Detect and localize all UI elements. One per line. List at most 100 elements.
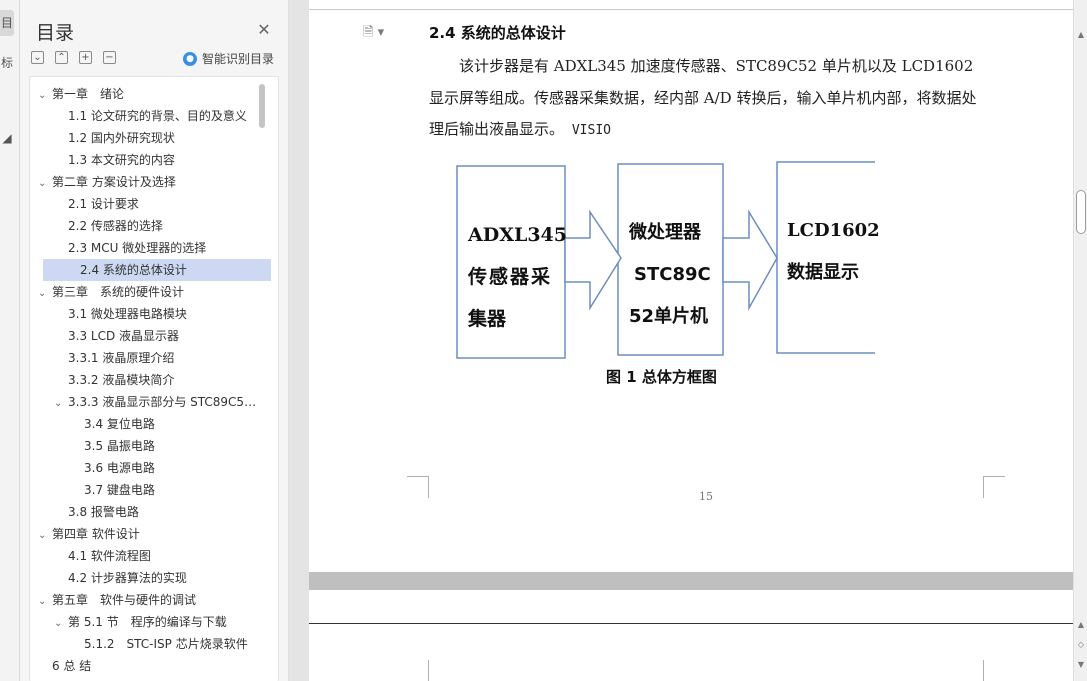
- toc-item-label: 1.1 论文研究的背景、目的及意义: [68, 109, 247, 123]
- toc-item[interactable]: ⌄ 第 5.1 节 程序的编译与下载: [54, 611, 262, 633]
- toc-item[interactable]: 3.1 微处理器电路模块: [54, 303, 262, 325]
- toc-item[interactable]: 3.6 电源电路: [70, 457, 262, 479]
- document-page-next: [309, 590, 1073, 681]
- toc-item[interactable]: 3.3 LCD 液晶显示器: [54, 325, 262, 347]
- figure-caption: 图 1 总体方框图: [606, 368, 717, 386]
- smart-toc-label: 智能识别目录: [202, 52, 275, 66]
- scroll-down-icon[interactable]: ▼: [1076, 660, 1086, 669]
- page-separator: [309, 572, 1073, 590]
- toc-item-label: 3.3.2 液晶模块简介: [68, 373, 175, 387]
- toc-item[interactable]: 3.3.1 液晶原理介绍: [54, 347, 262, 369]
- section-heading: 2.4 系统的总体设计: [429, 24, 566, 42]
- toc-item[interactable]: 4.1 软件流程图: [54, 545, 262, 567]
- toc-item[interactable]: ⌄ 第二章 方案设计及选择: [38, 171, 262, 193]
- toc-item-label: 6 总 结: [52, 659, 92, 673]
- chevron-down-icon[interactable]: ⌄: [38, 85, 48, 105]
- chevron-down-icon[interactable]: ⌄: [54, 613, 64, 633]
- toc-item-label: 第四章 软件设计: [52, 527, 140, 541]
- arrow-mcu-to-display: [722, 209, 778, 311]
- toc-item-label: 第一章 绪论: [52, 87, 125, 101]
- toc-item[interactable]: ⌄ 第四章 软件设计: [38, 523, 262, 545]
- toc-item[interactable]: 6 总 结: [38, 655, 262, 677]
- toc-item-label: 第 5.1 节 程序的编译与下载: [68, 615, 227, 629]
- chevron-down-icon[interactable]: ⌄: [38, 283, 48, 303]
- scrollbar-thumb[interactable]: [1076, 190, 1086, 234]
- page-number: 15: [699, 490, 713, 503]
- toc-panel: 目录 ✕ ⌄ ⌃ + − ● 智能识别目录 ⌄ 第一章 绪论 1.1 论文研究的背景…: [20, 0, 289, 681]
- paragraph-text: 该计步器是有 ADXL345 加速度传感器、STC89C52 单片机以及 LCD…: [429, 57, 977, 138]
- document-page: 🗎 ▾ 2.4 系统的总体设计 该计步器是有 ADXL345 加速度传感器、ST…: [309, 0, 1073, 572]
- toc-item[interactable]: 2.3 MCU 微处理器的选择: [54, 237, 262, 259]
- toc-list: ⌄ 第一章 绪论 1.1 论文研究的背景、目的及意义 1.2 国内外研究现状 1.3 本…: [29, 76, 279, 681]
- toc-item-label: 3.3 LCD 液晶显示器: [68, 329, 180, 343]
- toc-item-label: 5.1.2 STC-ISP 芯片烧录软件: [84, 637, 248, 651]
- scroll-arrow-up-icon[interactable]: ▲: [1076, 620, 1086, 629]
- margin-corner-top-left: [407, 660, 429, 681]
- chevron-down-icon[interactable]: ⌄: [38, 525, 48, 545]
- smart-toc-button[interactable]: ● 智能识别目录: [183, 50, 274, 67]
- chevron-down-icon[interactable]: ⌄: [54, 393, 64, 413]
- toc-title: 目录: [36, 22, 75, 44]
- box-display-label-2: 数据显示: [787, 262, 859, 283]
- toc-item-label: 3.3.1 液晶原理介绍: [68, 351, 175, 365]
- toc-item[interactable]: 3.8 报警电路: [54, 501, 262, 523]
- toc-item-label: 1.2 国内外研究现状: [68, 131, 175, 145]
- toc-item-label: 第二章 方案设计及选择: [52, 175, 176, 189]
- close-icon[interactable]: ✕: [256, 22, 272, 38]
- bookmark-toggle-button[interactable]: 标: [0, 50, 14, 76]
- toc-item[interactable]: ⌄ 第三章 系统的硬件设计: [38, 281, 262, 303]
- margin-corner-top-right: [983, 660, 1005, 681]
- toc-item[interactable]: 3.7 键盘电路: [70, 479, 262, 501]
- expand-up-icon[interactable]: ⌃: [55, 51, 68, 64]
- expand-handle-icon[interactable]: ◢: [0, 125, 14, 151]
- toc-item[interactable]: 2.4 系统的总体设计: [43, 259, 271, 281]
- toc-item[interactable]: 2.2 传感器的选择: [54, 215, 262, 237]
- chevron-down-icon[interactable]: ⌄: [38, 173, 48, 193]
- box-mcu-label-2: STC89C: [634, 264, 711, 285]
- toc-item[interactable]: 1.3 本文研究的内容: [54, 149, 262, 171]
- scroll-page-down-icon[interactable]: ◇: [1076, 640, 1086, 649]
- document-area: 🗎 ▾ 2.4 系统的总体设计 该计步器是有 ADXL345 加速度传感器、ST…: [289, 0, 1073, 681]
- toc-toggle-button[interactable]: 目: [0, 10, 14, 36]
- toc-item[interactable]: ⌄ 3.3.3 液晶显示部分与 STC89C52 的接口: [54, 391, 262, 413]
- document-scrollbar[interactable]: ▲ ▲ ◇ ▼: [1073, 0, 1087, 681]
- box-mcu-label-3: 52单片机: [629, 306, 709, 327]
- toc-item-label: 4.1 软件流程图: [68, 549, 151, 563]
- box-sensor-label-2: 传感器采: [468, 266, 553, 288]
- toc-item-label: 3.5 晶振电路: [84, 439, 155, 453]
- toc-item[interactable]: 3.5 晶振电路: [70, 435, 262, 457]
- smart-toc-icon: ●: [183, 51, 197, 66]
- toc-item[interactable]: ⌄ 第一章 绪论: [38, 83, 262, 105]
- arrow-sensor-to-mcu: [564, 209, 622, 311]
- chevron-down-icon[interactable]: ⌄: [38, 591, 48, 611]
- toc-item[interactable]: 1.2 国内外研究现状: [54, 127, 262, 149]
- toc-item-label: 3.8 报警电路: [68, 505, 139, 519]
- toc-item-label: 2.4 系统的总体设计: [80, 263, 187, 277]
- toc-item[interactable]: 5.1.2 STC-ISP 芯片烧录软件: [70, 633, 262, 655]
- margin-corner-bottom-right: [983, 476, 1005, 498]
- body-paragraph: 该计步器是有 ADXL345 加速度传感器、STC89C52 单片机以及 LCD…: [429, 51, 989, 147]
- toc-item[interactable]: 3.3.2 液晶模块简介: [54, 369, 262, 391]
- remove-level-icon[interactable]: −: [103, 51, 116, 64]
- toc-item[interactable]: 4.2 计步器算法的实现: [54, 567, 262, 589]
- toc-item[interactable]: 1.1 论文研究的背景、目的及意义: [54, 105, 262, 127]
- toc-item-label: 2.3 MCU 微处理器的选择: [68, 241, 207, 255]
- paragraph-menu-icon[interactable]: 🗎 ▾: [363, 23, 384, 45]
- paragraph-tail: VISIO: [564, 123, 611, 138]
- toc-item-label: 第五章 软件与硬件的调试: [52, 593, 197, 607]
- header-rule: [309, 623, 1073, 624]
- toc-item-label: 3.3.3 液晶显示部分与 STC89C52 的接口: [68, 395, 262, 409]
- box-mcu-label-1: 微处理器: [629, 222, 701, 243]
- left-tool-strip: 目 标 ◢: [0, 0, 20, 681]
- toc-item-label: 2.1 设计要求: [68, 197, 139, 211]
- toc-item-label: 第三章 系统的硬件设计: [52, 285, 185, 299]
- toc-item[interactable]: 3.4 复位电路: [70, 413, 262, 435]
- toc-item-label: 3.1 微处理器电路模块: [68, 307, 187, 321]
- scroll-up-icon[interactable]: ▲: [1076, 30, 1086, 39]
- add-level-icon[interactable]: +: [79, 51, 92, 64]
- toc-item[interactable]: ⌄ 第五章 软件与硬件的调试: [38, 589, 262, 611]
- toc-item[interactable]: 2.1 设计要求: [54, 193, 262, 215]
- collapse-all-icon[interactable]: ⌄: [31, 51, 44, 64]
- toc-scrollbar[interactable]: [259, 84, 265, 128]
- page-top-border: [309, 9, 1073, 10]
